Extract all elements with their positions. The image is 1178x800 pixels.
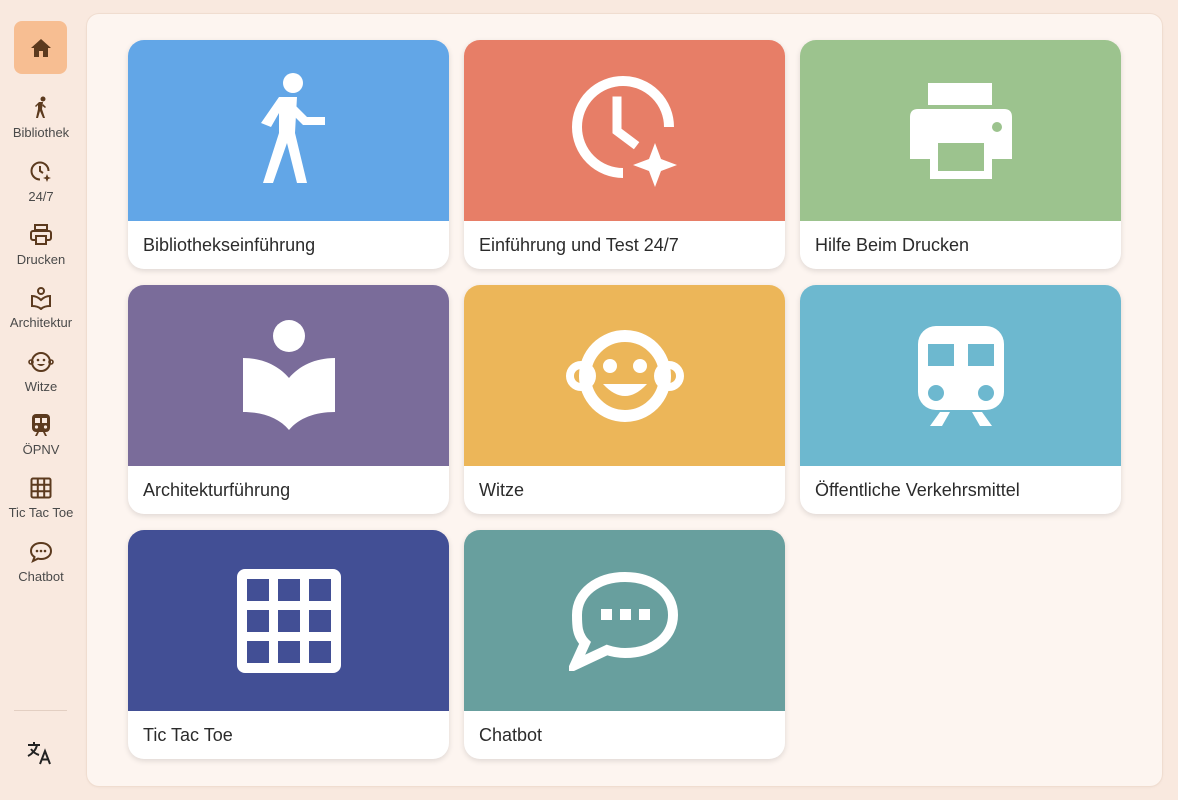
home-icon xyxy=(30,38,51,57)
sidebar: Bibliothek 24/7 Drucken Architektur Witz… xyxy=(0,0,82,800)
reading-person-icon xyxy=(242,319,335,430)
sidebar-item-tic-tac-toe[interactable]: Tic Tac Toe xyxy=(0,475,82,535)
sidebar-item-label: Witze xyxy=(24,379,58,394)
card-architekturfuehrung[interactable]: Architekturführung xyxy=(128,285,449,514)
sidebar-item-label: 24/7 xyxy=(28,189,54,204)
card-title: Hilfe Beim Drucken xyxy=(815,235,970,255)
sidebar-item-label: Drucken xyxy=(16,252,66,267)
sidebar-item-bibliothek[interactable]: Bibliothek xyxy=(0,95,82,155)
sidebar-item-label: Architektur xyxy=(9,315,73,330)
train-icon xyxy=(28,412,54,438)
card-title: Öffentliche Verkehrsmittel xyxy=(815,480,1020,500)
walking-person-icon xyxy=(260,72,325,183)
sidebar-item-drucken[interactable]: Drucken xyxy=(0,222,82,282)
sidebar-item-witze[interactable]: Witze xyxy=(0,349,82,409)
grid-icon xyxy=(28,475,54,501)
sidebar-item-24-7[interactable]: 24/7 xyxy=(0,159,82,219)
card-bibliothekseinfuehrung[interactable]: Bibliothekseinführung xyxy=(128,40,449,269)
card-image xyxy=(464,530,785,711)
sidebar-item-oepnv[interactable]: ÖPNV xyxy=(0,412,82,472)
card-title: Chatbot xyxy=(479,725,543,745)
sidebar-divider xyxy=(14,710,67,711)
printer-icon xyxy=(28,222,54,248)
card-chatbot[interactable]: Chatbot xyxy=(464,530,785,759)
reading-person-icon xyxy=(28,285,54,311)
card-title: Architekturführung xyxy=(143,480,291,500)
card-image xyxy=(464,285,785,466)
sidebar-item-chatbot[interactable]: Chatbot xyxy=(0,539,82,599)
card-title: Einführung und Test 24/7 xyxy=(479,235,679,255)
card-einfuehrung-test-24-7[interactable]: Einführung und Test 24/7 xyxy=(464,40,785,269)
card-oeffentliche-verkehrsmittel[interactable]: Öffentliche Verkehrsmittel xyxy=(800,285,1121,514)
sidebar-item-label: Tic Tac Toe xyxy=(8,505,74,520)
smiley-face-icon xyxy=(565,329,684,422)
sidebar-item-label: Bibliothek xyxy=(12,125,70,140)
card-image xyxy=(800,40,1121,221)
card-tic-tac-toe[interactable]: Tic Tac Toe xyxy=(128,530,449,759)
home-button[interactable] xyxy=(14,21,67,74)
card-title: Witze xyxy=(479,480,524,500)
walking-person-icon xyxy=(28,95,54,121)
card-hilfe-beim-drucken[interactable]: Hilfe Beim Drucken xyxy=(800,40,1121,269)
chat-bubble-icon xyxy=(28,539,54,565)
card-image xyxy=(128,40,449,221)
smiley-face-icon xyxy=(28,349,54,375)
train-icon xyxy=(917,325,1004,426)
sidebar-item-label: ÖPNV xyxy=(22,442,60,457)
card-witze[interactable]: Witze xyxy=(464,285,785,514)
card-image xyxy=(800,285,1121,466)
card-title: Tic Tac Toe xyxy=(143,725,233,745)
card-image xyxy=(464,40,785,221)
grid-icon xyxy=(236,568,341,673)
card-title: Bibliothekseinführung xyxy=(143,235,316,255)
clock-sparkle-icon xyxy=(571,75,677,187)
translate-icon xyxy=(27,742,51,765)
sidebar-item-architektur[interactable]: Architektur xyxy=(0,285,82,345)
sidebar-item-label: Chatbot xyxy=(18,569,64,584)
card-image xyxy=(128,285,449,466)
card-image xyxy=(128,530,449,711)
clock-sparkle-icon xyxy=(28,159,54,185)
chat-bubble-icon xyxy=(568,571,678,671)
main-panel: Bibliothekseinführung Einführung und Tes… xyxy=(87,14,1162,786)
printer-icon xyxy=(909,82,1012,179)
translate-button[interactable] xyxy=(22,737,58,769)
